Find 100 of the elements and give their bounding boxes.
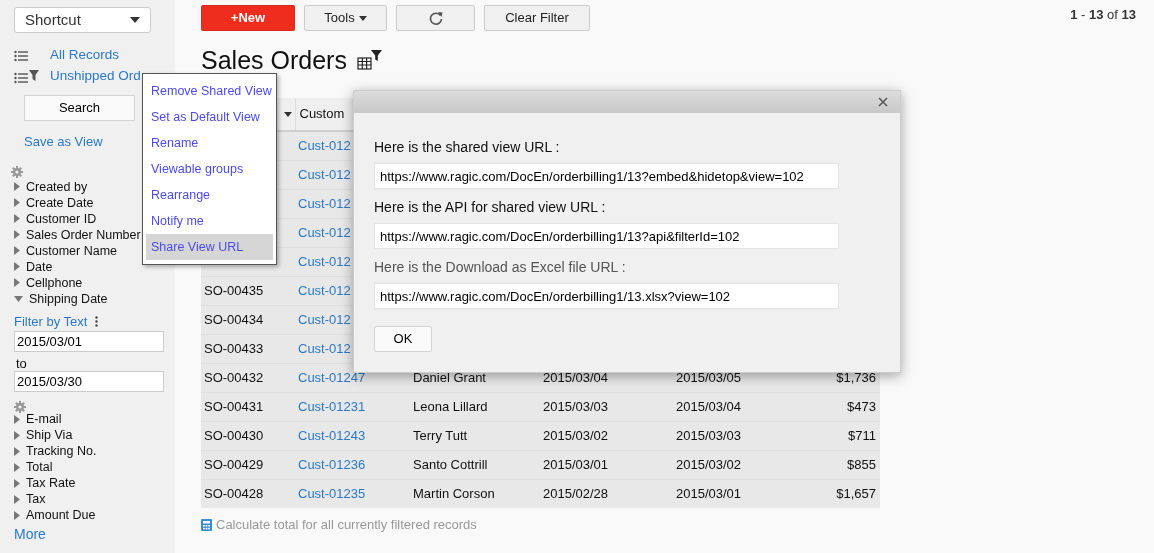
tools-button[interactable]: Tools — [304, 5, 387, 31]
customer-link[interactable]: Cust-012 — [298, 195, 351, 211]
field-label[interactable]: Created by — [26, 178, 88, 195]
search-button[interactable]: Search — [24, 95, 135, 121]
shipping-date: 2015/03/04 — [676, 398, 742, 414]
shortcut-dropdown[interactable]: Shortcut — [14, 7, 151, 33]
collapsed-arrow-icon[interactable] — [14, 414, 20, 424]
menu-item[interactable]: Viewable groups — [146, 156, 273, 182]
view-link[interactable]: Unshipped Ord — [50, 66, 141, 87]
order-number: SO-00430 — [204, 427, 264, 443]
field-label[interactable]: Create Date — [26, 194, 94, 211]
order-total: $1,657 — [836, 486, 876, 501]
filter-mode-link[interactable]: Filter by Text — [14, 311, 88, 331]
order-number: SO-00433 — [204, 340, 264, 356]
field-label[interactable]: Date — [26, 258, 53, 275]
url-field[interactable]: https://www.ragic.com/DocEn/orderbilling1/13.xlsx?view=102 — [374, 283, 839, 309]
order-date: 2015/03/02 — [543, 427, 609, 443]
close-icon[interactable] — [878, 97, 888, 107]
collapsed-arrow-icon[interactable] — [14, 510, 20, 520]
settings-icon[interactable] — [14, 400, 26, 413]
calculator-icon[interactable] — [201, 518, 212, 531]
collapsed-arrow-icon[interactable] — [14, 494, 20, 504]
order-date: 2015/03/01 — [543, 456, 609, 472]
shipping-date: 2015/03/05 — [676, 369, 742, 385]
order-number: SO-00428 — [204, 486, 264, 501]
collapsed-arrow-icon[interactable] — [14, 430, 20, 440]
order-number: SO-00429 — [204, 456, 264, 472]
more-link[interactable]: More — [14, 524, 46, 545]
field-label: Here is the shared view URL : — [374, 138, 561, 157]
caret-icon — [358, 15, 367, 21]
collapsed-arrow-icon[interactable] — [14, 278, 20, 287]
shipping-date: 2015/03/02 — [676, 456, 742, 472]
collapsed-arrow-icon[interactable] — [14, 478, 20, 488]
menu-item[interactable]: Notify me — [146, 208, 273, 234]
page-title: Sales Orders — [201, 45, 347, 77]
customer-link[interactable]: Cust-012 — [298, 138, 351, 153]
refresh-button[interactable] — [396, 5, 475, 31]
collapsed-arrow-icon[interactable] — [14, 198, 20, 207]
field-label[interactable]: Tax Rate — [26, 475, 76, 491]
url-field[interactable]: https://www.ragic.com/DocEn/orderbilling1/13?embed&hidetop&view=102 — [374, 163, 839, 189]
save-view-link[interactable]: Save as View — [24, 132, 103, 152]
field-label[interactable]: Shipping Date — [29, 290, 108, 307]
order-total: $711 — [848, 427, 876, 443]
field-label: Here is the Download as Excel file URL : — [374, 258, 627, 277]
menu-item[interactable]: Remove Shared View — [146, 78, 273, 104]
refresh-icon — [428, 11, 443, 25]
customer-name: Daniel Grant — [413, 369, 486, 385]
customer-name: Santo Cottrill — [413, 456, 488, 472]
more-options-icon[interactable] — [95, 315, 99, 327]
order-date: 2015/02/28 — [543, 486, 609, 501]
field-label[interactable]: Amount Due — [26, 507, 96, 523]
order-date: 2015/03/04 — [543, 369, 609, 385]
customer-name: Leona Lillard — [413, 398, 488, 414]
collapsed-arrow-icon[interactable] — [14, 182, 20, 191]
field-label[interactable]: Customer ID — [26, 210, 97, 227]
menu-item[interactable]: Share View URL — [146, 234, 273, 260]
collapsed-arrow-icon[interactable] — [14, 230, 20, 239]
field-label: Here is the API for shared view URL : — [374, 198, 607, 217]
order-number: SO-00434 — [204, 311, 264, 327]
sort-caret-icon[interactable] — [283, 111, 292, 117]
new-button[interactable]: +New — [201, 5, 295, 31]
view-link[interactable]: All Records — [50, 45, 120, 66]
caret-icon — [130, 17, 140, 23]
order-number: SO-00435 — [204, 282, 264, 298]
range-label: to — [15, 355, 28, 371]
expanded-arrow-icon[interactable] — [14, 295, 23, 302]
clear-filter-button[interactable]: Clear Filter — [484, 5, 590, 31]
url-field[interactable]: https://www.ragic.com/DocEn/orderbilling1/13?api&filterId=102 — [374, 223, 839, 249]
collapsed-arrow-icon[interactable] — [14, 262, 20, 271]
order-total: $473 — [847, 398, 876, 414]
ok-button[interactable]: OK — [374, 326, 432, 352]
collapsed-arrow-icon[interactable] — [14, 246, 20, 255]
field-label[interactable]: Tax — [26, 491, 46, 507]
field-label[interactable]: Tracking No. — [26, 443, 97, 459]
field-label[interactable]: Customer Name — [26, 242, 117, 259]
order-number: SO-00431 — [204, 398, 264, 414]
field-label[interactable]: Total — [26, 459, 53, 475]
date-from-field[interactable]: 2015/03/01 — [14, 331, 164, 352]
shipping-date: 2015/03/01 — [676, 486, 742, 501]
order-number: SO-00432 — [204, 369, 264, 385]
field-label[interactable]: Sales Order Number — [26, 226, 141, 243]
menu-item[interactable]: Set as Default View — [146, 104, 273, 130]
customer-link[interactable]: Cust-012 — [298, 253, 351, 269]
customer-name: Martin Corson — [413, 486, 495, 501]
field-label[interactable]: Ship Via — [26, 427, 73, 443]
settings-icon[interactable] — [11, 166, 23, 179]
field-label[interactable]: E-mail — [26, 411, 62, 427]
order-date: 2015/03/03 — [543, 398, 609, 414]
order-total: $1,736 — [836, 369, 876, 385]
record-count: 1 - 13 of 13 — [1070, 6, 1137, 24]
filtered-table-icon[interactable] — [356, 50, 383, 72]
collapsed-arrow-icon[interactable] — [14, 214, 20, 223]
collapsed-arrow-icon[interactable] — [14, 462, 20, 472]
shipping-date: 2015/03/03 — [676, 427, 742, 443]
field-label[interactable]: Cellphone — [26, 274, 83, 291]
menu-item[interactable]: Rearrange — [146, 182, 273, 208]
customer-name: Terry Tutt — [413, 427, 468, 443]
menu-item[interactable]: Rename — [146, 130, 273, 156]
date-to-field[interactable]: 2015/03/30 — [14, 371, 164, 392]
collapsed-arrow-icon[interactable] — [14, 446, 20, 456]
